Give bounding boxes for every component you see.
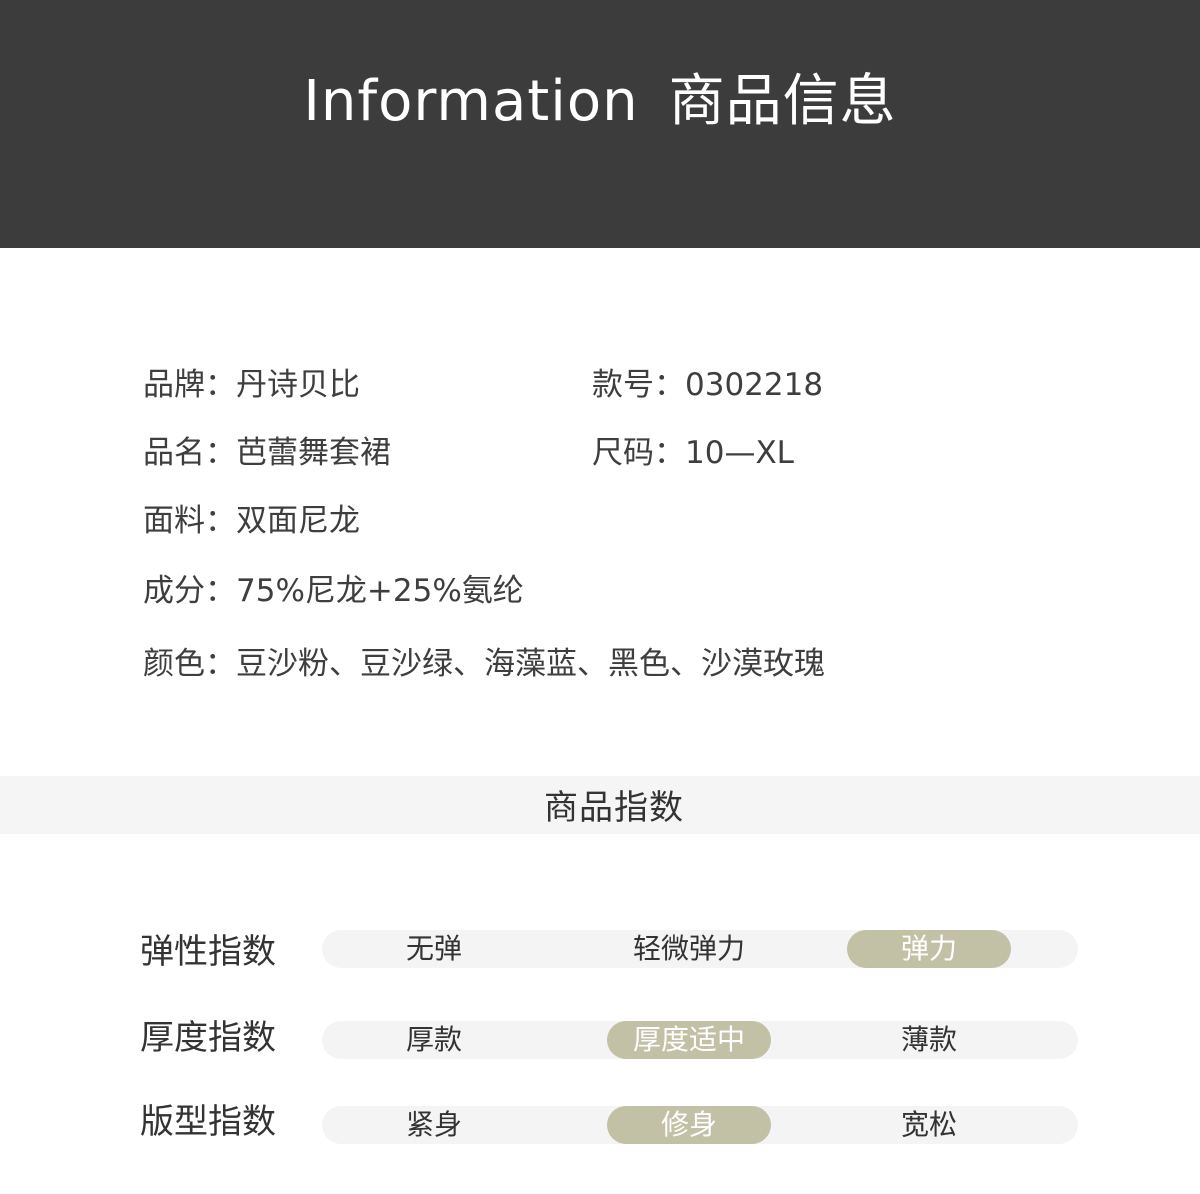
section-title: 商品指数 <box>544 788 684 828</box>
index-option-selected: 弹力 <box>847 930 1011 968</box>
index-label-fit: 版型指数 <box>140 1102 276 1142</box>
index-label-elasticity: 弹性指数 <box>140 932 276 972</box>
page-title: Information 商品信息 <box>0 62 1200 142</box>
index-option: 无弹 <box>405 932 462 965</box>
index-track-thickness: 厚款 厚度适中 薄款 <box>322 1021 1078 1059</box>
info-style-number: 款号：0302218 <box>592 367 824 403</box>
index-track-fit: 紧身 修身 宽松 <box>322 1106 1078 1144</box>
index-option: 紧身 <box>405 1108 462 1141</box>
index-option: 轻微弹力 <box>632 932 745 965</box>
index-option-selected: 修身 <box>607 1106 771 1144</box>
page-title-en: Information <box>303 69 639 134</box>
index-option-selected: 厚度适中 <box>607 1021 771 1059</box>
index-option: 宽松 <box>900 1108 957 1141</box>
info-size: 尺码：10—XL <box>592 435 794 471</box>
info-fabric: 面料：双面尼龙 <box>143 503 360 539</box>
index-option: 厚款 <box>405 1023 462 1056</box>
info-brand: 品牌：丹诗贝比 <box>143 367 360 403</box>
page-title-cn: 商品信息 <box>668 69 897 134</box>
index-label-thickness: 厚度指数 <box>140 1018 276 1058</box>
info-composition: 成分：75%尼龙+25%氨纶 <box>143 573 524 609</box>
info-product-name: 品名：芭蕾舞套裙 <box>143 435 391 471</box>
index-track-elasticity: 无弹 轻微弹力 弹力 <box>322 930 1078 968</box>
index-option: 薄款 <box>900 1023 957 1056</box>
info-colors: 颜色：豆沙粉、豆沙绿、海藻蓝、黑色、沙漠玫瑰 <box>143 646 825 682</box>
